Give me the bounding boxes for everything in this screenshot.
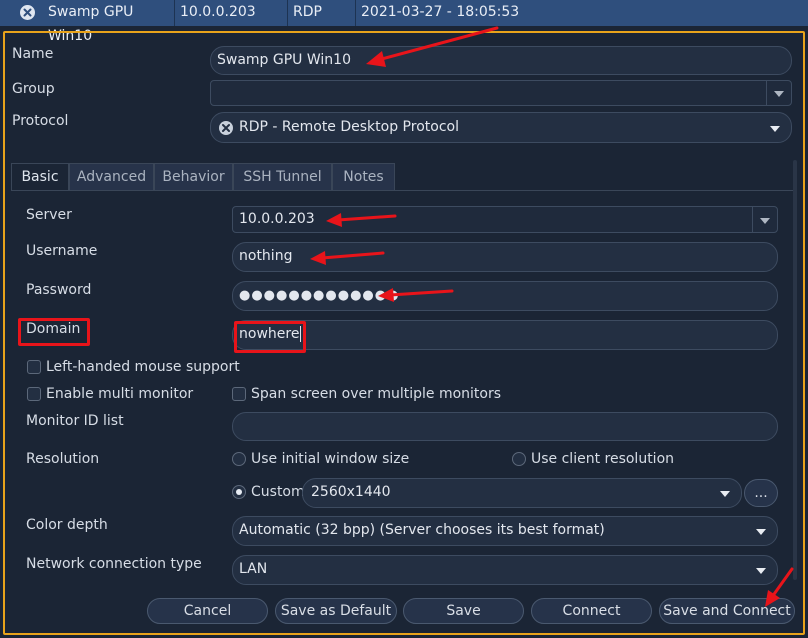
arrow-username [320,251,385,260]
arrow-username-head [310,251,326,265]
arrow-name [376,26,499,62]
annotation-arrows [310,26,794,607]
arrow-server [336,214,397,222]
arrow-password [388,289,454,297]
arrow-name-head [366,51,386,67]
arrow-server-head [326,213,342,227]
arrow-password-head [378,288,394,302]
arrow-save-connect [770,567,794,599]
arrow-save-connect-head [765,590,780,607]
